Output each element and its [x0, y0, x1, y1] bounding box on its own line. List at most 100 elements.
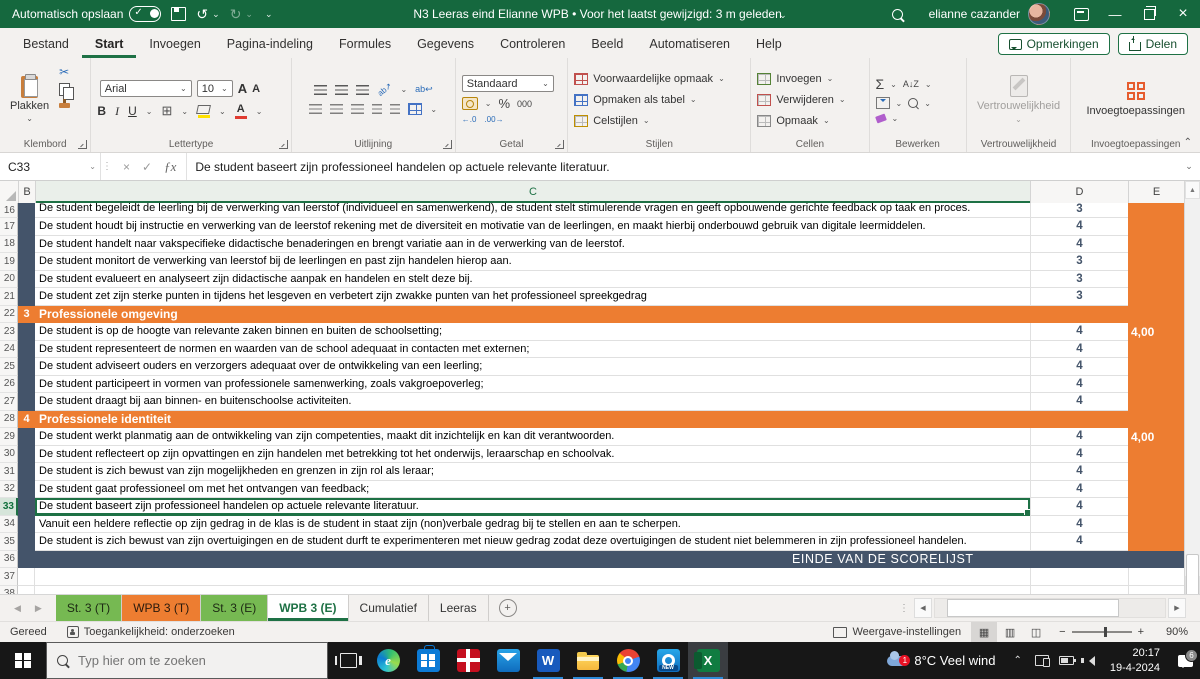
row-header-22[interactable]: 22: [0, 306, 18, 324]
cell-D17[interactable]: 4: [1030, 218, 1128, 236]
column-header-B[interactable]: B: [19, 181, 36, 203]
tab-gegevens[interactable]: Gegevens: [404, 32, 487, 58]
cell-C23[interactable]: De student is op de hoogte van relevante…: [35, 323, 1030, 341]
sheet-tab-leeras[interactable]: Leeras: [429, 595, 489, 621]
task-view-icon[interactable]: [328, 642, 368, 679]
decrease-decimal-icon[interactable]: .00→: [484, 115, 503, 124]
restore-button[interactable]: [1132, 0, 1166, 28]
formula-input[interactable]: De student baseert zijn professioneel ha…: [187, 153, 1178, 180]
addins-button[interactable]: Invoegtoepassingen: [1086, 105, 1184, 117]
zoom-level[interactable]: 90%: [1154, 626, 1200, 638]
cell-C31[interactable]: De student is zich bewust van zijn mogel…: [35, 463, 1030, 481]
share-button[interactable]: Delen: [1118, 33, 1188, 55]
cell-D23[interactable]: 4: [1030, 323, 1128, 341]
tab-bestand[interactable]: Bestand: [10, 32, 82, 58]
cell-B22[interactable]: 3: [18, 306, 35, 324]
find-select-icon[interactable]: [908, 98, 918, 108]
cast-icon[interactable]: [1030, 655, 1054, 666]
accounting-format-icon[interactable]: [462, 97, 478, 110]
cell-D21[interactable]: 3: [1030, 288, 1128, 306]
decrease-indent-icon[interactable]: [372, 104, 382, 114]
cell-D24[interactable]: 4: [1030, 341, 1128, 359]
cell-C22[interactable]: Professionele omgeving: [35, 306, 1030, 324]
cell-B34[interactable]: [18, 516, 35, 534]
cell-D34[interactable]: 4: [1030, 516, 1128, 534]
cell-E38[interactable]: [1128, 586, 1185, 595]
cell-C30[interactable]: De student reflecteert op zijn opvatting…: [35, 446, 1030, 464]
fill-handle[interactable]: [1024, 509, 1030, 516]
conditional-formatting-button[interactable]: Voorwaardelijke opmaak⌄: [574, 69, 725, 88]
cell-C27[interactable]: De student draagt bij aan binnen- en bui…: [35, 393, 1030, 411]
cell-D27[interactable]: 4: [1030, 393, 1128, 411]
format-as-table-button[interactable]: Opmaken als tabel⌄: [574, 90, 696, 109]
format-cells-button[interactable]: Opmaak⌄: [757, 111, 829, 130]
cell-E20[interactable]: [1128, 271, 1185, 289]
alignment-dialog-launcher-icon[interactable]: [443, 140, 452, 149]
cell-C25[interactable]: De student adviseert ouders en verzorger…: [35, 358, 1030, 376]
number-format-select[interactable]: Standaard⌄: [462, 75, 554, 92]
cell-E19[interactable]: [1128, 253, 1185, 271]
customize-qat-icon[interactable]: ⌄: [265, 10, 273, 19]
formula-bar-splitter[interactable]: ⋮: [100, 153, 113, 180]
row-header-23[interactable]: 23: [0, 323, 18, 341]
cell-B17[interactable]: [18, 218, 35, 236]
select-all-corner[interactable]: [0, 181, 19, 203]
cell-E32[interactable]: [1128, 481, 1185, 499]
clipboard-dialog-launcher-icon[interactable]: [78, 140, 87, 149]
cell-B29[interactable]: [18, 428, 35, 446]
taskbar-search[interactable]: [46, 642, 328, 679]
cell-C16[interactable]: De student begeleidt de leerling bij de …: [35, 203, 1030, 218]
row-header-20[interactable]: 20: [0, 271, 18, 289]
scroll-up-icon[interactable]: ▲: [1185, 181, 1200, 199]
cell-D25[interactable]: 4: [1030, 358, 1128, 376]
explorer-icon[interactable]: [568, 642, 608, 679]
cell-D18[interactable]: 4: [1030, 236, 1128, 254]
autosave-toggle[interactable]: Automatisch opslaan ✓: [12, 6, 161, 22]
tab-controleren[interactable]: Controleren: [487, 32, 578, 58]
align-center-icon[interactable]: [330, 104, 343, 114]
zoom-slider[interactable]: − +: [1049, 626, 1154, 638]
copy-icon[interactable]: [59, 83, 70, 96]
sheet-nav-left-icon[interactable]: ◀: [14, 603, 21, 614]
sheet-tab-st-3-e-[interactable]: St. 3 (E): [201, 595, 268, 621]
fill-color-icon[interactable]: [197, 105, 210, 118]
cell-E21[interactable]: [1128, 288, 1185, 306]
cell-B25[interactable]: [18, 358, 35, 376]
new-sheet-button[interactable]: +: [499, 599, 517, 617]
column-header-D[interactable]: D: [1031, 181, 1129, 203]
cell-D32[interactable]: 4: [1030, 481, 1128, 499]
chrome-icon[interactable]: [608, 642, 648, 679]
wrap-text-icon[interactable]: ab↩: [415, 84, 433, 95]
autosum-icon[interactable]: Σ: [876, 76, 885, 92]
align-top-icon[interactable]: [314, 85, 327, 95]
cell-B31[interactable]: [18, 463, 35, 481]
sheet-tab-wpb-3-t-[interactable]: WPB 3 (T): [122, 595, 201, 621]
merge-center-icon[interactable]: [408, 103, 422, 115]
cell-B30[interactable]: [18, 446, 35, 464]
row-header-26[interactable]: 26: [0, 376, 18, 394]
row-header-31[interactable]: 31: [0, 463, 18, 481]
taskbar-clock[interactable]: 20:17 19-4-2024: [1100, 646, 1170, 676]
insert-function-icon[interactable]: ƒx: [164, 159, 176, 175]
cell-D31[interactable]: 4: [1030, 463, 1128, 481]
volume-icon[interactable]: [1079, 656, 1100, 666]
cell-C37[interactable]: [35, 568, 1030, 586]
row-header-28[interactable]: 28: [0, 411, 18, 429]
cell-E30[interactable]: [1128, 446, 1185, 464]
normal-view-button[interactable]: ▦: [971, 622, 997, 642]
expand-formula-bar-icon[interactable]: ⌄: [1178, 153, 1200, 180]
collapse-ribbon-icon[interactable]: ⌃: [1184, 137, 1192, 148]
cell-E27[interactable]: [1128, 393, 1185, 411]
sort-filter-icon[interactable]: A↓Z: [903, 79, 919, 89]
cell-E17[interactable]: [1128, 218, 1185, 236]
undo-icon[interactable]: ↺: [196, 7, 208, 21]
cell-E33[interactable]: [1128, 498, 1185, 516]
outlook-icon[interactable]: NEW: [648, 642, 688, 679]
tab-formules[interactable]: Formules: [326, 32, 404, 58]
zoom-in-icon[interactable]: +: [1138, 626, 1144, 638]
horizontal-scrollbar[interactable]: ⋮ ◀ ▶: [899, 598, 1186, 618]
cell-E29[interactable]: 4,00: [1128, 428, 1185, 446]
accessibility-status[interactable]: Toegankelijkheid: onderzoeken: [57, 622, 245, 642]
cell-B19[interactable]: [18, 253, 35, 271]
cell-E18[interactable]: [1128, 236, 1185, 254]
